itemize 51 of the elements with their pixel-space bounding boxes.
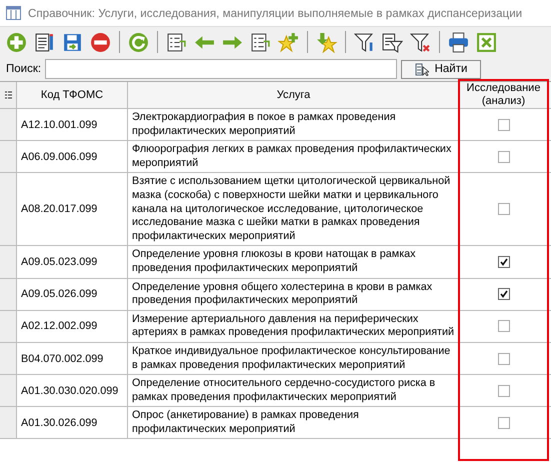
service-cell: Измерение артериального давления на периферических артериях в рамках проведения профилактических мероприятий [132, 312, 455, 340]
search-field[interactable] [45, 59, 397, 79]
find-icon [414, 62, 429, 76]
edit-document-icon[interactable] [34, 32, 55, 52]
column-header[interactable]: Услуга [128, 82, 460, 108]
table-icon [6, 6, 21, 20]
column-menu-icon[interactable] [4, 90, 12, 100]
checkbox[interactable] [498, 288, 510, 300]
find-button[interactable]: Найти [401, 60, 481, 78]
checkbox[interactable] [498, 150, 510, 163]
code-cell: A12.10.001.099 [21, 118, 98, 131]
print-icon[interactable] [448, 32, 469, 52]
excel-icon[interactable] [476, 32, 497, 52]
column-header[interactable]: Исследование (анализ) [460, 82, 548, 108]
delete-icon[interactable] [90, 32, 111, 52]
row-header[interactable] [0, 82, 17, 108]
service-cell-text: Взятие с использованием щетки цитологической цервикальной мазка (соскоба) с поверхности шейки матки и цервикального канала на цитологическое исследование, цитологическое исследование мазка с шейки матки в рамках проведения профилактических мероприятий [132, 175, 452, 244]
service-cell-text: Электрокардиография в покое в рамках проведения профилактических мероприятий [132, 111, 397, 138]
service-cell-text: Определение уровня общего холестерина в крови в рамках проведения профилактических мероприятий [132, 280, 434, 308]
search-label: Поиск: [6, 63, 42, 75]
code-cell: A01.30.026.099 [21, 416, 98, 429]
checkbox[interactable] [498, 416, 510, 429]
code-cell: A09.05.023.099 [21, 256, 98, 268]
add-icon[interactable] [6, 32, 27, 52]
list-icon[interactable] [250, 32, 271, 52]
star-plus-icon[interactable] [278, 32, 299, 52]
checkbox[interactable] [498, 203, 510, 216]
service-cell-text: Опрос (анкетирование) в рамках проведения профилактических мероприятий [132, 409, 360, 436]
service-cell-text: Определение относительного сердечно-сосудистого риска в рамках проведения профилактических мероприятий [132, 377, 436, 404]
checkbox[interactable] [498, 384, 510, 397]
service-cell-text: Флюорография легких в рамках проведения профилактических мероприятий [132, 143, 452, 170]
code-cell: A08.20.017.099 [21, 203, 98, 216]
checkbox[interactable] [498, 256, 510, 268]
code-cell: A02.12.002.099 [21, 320, 98, 332]
checkbox[interactable] [498, 320, 510, 332]
service-cell-text: Определение уровня глюкозы в крови натощак в рамках проведения профилактических мероприятий [132, 248, 417, 276]
save-icon[interactable] [62, 32, 83, 52]
column-header[interactable]: Код ТФОМС [17, 82, 128, 108]
clear-filter-icon[interactable] [410, 32, 431, 52]
window-title: Справочник: Услуги, исследования, манипуляции выполняемые в рамках диспансеризации [28, 6, 522, 20]
service-cell-text: Краткое индивидуальное профилактическое консультирование в рамках проведения профилактических мероприятий [132, 344, 452, 372]
checkbox[interactable] [498, 352, 510, 364]
star-arrow-icon[interactable] [316, 32, 337, 52]
code-cell: B04.070.002.099 [21, 352, 104, 364]
code-cell: A09.05.026.099 [21, 288, 98, 300]
code-cell: A06.09.006.099 [21, 150, 98, 163]
checkbox[interactable] [498, 118, 510, 131]
refresh-icon[interactable] [128, 32, 149, 52]
list-icon[interactable] [166, 32, 187, 52]
filter-document-icon[interactable] [382, 32, 403, 52]
code-cell: A01.30.030.020.099 [21, 384, 118, 397]
